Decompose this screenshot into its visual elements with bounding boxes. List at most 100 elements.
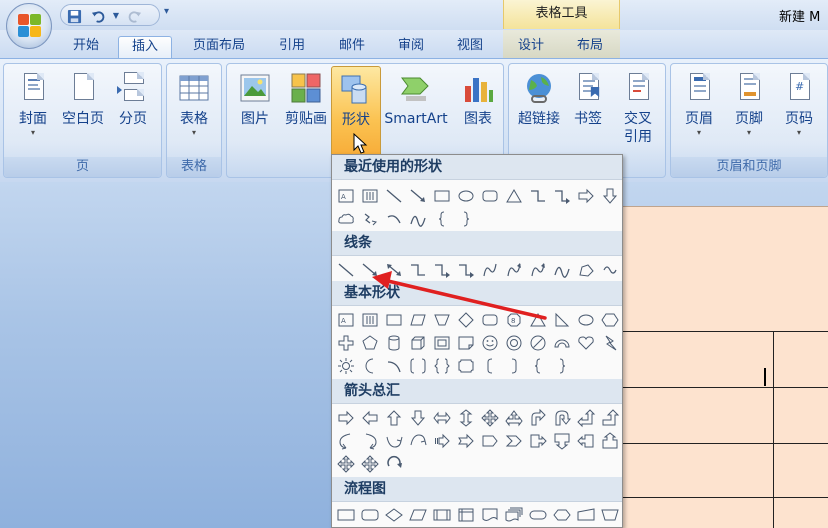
shape-manual-icon[interactable]	[576, 505, 598, 525]
shape-blockarc-icon[interactable]	[552, 333, 574, 353]
shape-prep-icon[interactable]	[552, 505, 574, 525]
shape-arrowline-icon[interactable]	[360, 260, 382, 280]
tab-references[interactable]: 引用	[266, 36, 318, 60]
shape-moon-icon[interactable]	[360, 356, 382, 376]
shape-larrow-icon[interactable]	[360, 408, 382, 428]
shape-heart-icon[interactable]	[576, 333, 598, 353]
page-number-button[interactable]: # 页码 ▾	[775, 70, 823, 162]
shape-scribble-icon[interactable]	[600, 260, 622, 280]
shape-process-icon[interactable]	[336, 505, 358, 525]
shape-data-icon[interactable]	[408, 505, 430, 525]
shape-bentup-icon[interactable]	[600, 408, 622, 428]
shape-curvedl-icon[interactable]	[360, 431, 382, 451]
shape-arrowline-icon[interactable]	[408, 186, 430, 206]
shape-elbowarrow-icon[interactable]	[432, 260, 454, 280]
shape-sun-icon[interactable]	[336, 356, 358, 376]
shape-notched-icon[interactable]	[456, 431, 478, 451]
shape-foldcorner-icon[interactable]	[456, 333, 478, 353]
shape-cloud-icon[interactable]	[336, 209, 358, 229]
customize-qat-icon[interactable]: ▾	[164, 6, 169, 17]
shape-cross-icon[interactable]	[336, 333, 358, 353]
shape-bentarrow-icon[interactable]	[528, 408, 550, 428]
shape-darrow-icon[interactable]	[600, 186, 622, 206]
shape-document-icon[interactable]	[480, 505, 502, 525]
shape-nosymbol-icon[interactable]	[528, 333, 550, 353]
shape-donut-icon[interactable]	[504, 333, 526, 353]
shape-arc2-icon[interactable]	[384, 356, 406, 376]
shape-rrect-icon[interactable]	[480, 310, 502, 330]
shape-smiley-icon[interactable]	[480, 333, 502, 353]
cover-page-button[interactable]: 封面 ▾	[8, 70, 58, 162]
document-page[interactable]	[610, 206, 828, 528]
shape-striped-icon[interactable]	[432, 431, 454, 451]
tab-layout[interactable]: 布局	[564, 36, 616, 60]
tab-mailings[interactable]: 邮件	[326, 36, 378, 60]
shape-arc-icon[interactable]	[384, 209, 406, 229]
shape-lbracket-icon[interactable]	[480, 356, 502, 376]
shape-dcallout-icon[interactable]	[552, 431, 574, 451]
shape-lbrace-icon[interactable]	[432, 209, 454, 229]
shape-rarrow-icon[interactable]	[336, 408, 358, 428]
shape-elbowarrow-icon[interactable]	[456, 260, 478, 280]
shape-rbracket-icon[interactable]	[504, 356, 526, 376]
page-break-button[interactable]: 分页	[110, 70, 156, 162]
shape-octbadge-icon[interactable]: 8	[504, 310, 526, 330]
undo-icon[interactable]	[89, 7, 107, 25]
shape-line-icon[interactable]	[384, 186, 406, 206]
shape-bolt-icon[interactable]	[600, 333, 622, 353]
shape-rect-icon[interactable]	[384, 310, 406, 330]
shape-bracketpair-icon[interactable]	[408, 356, 430, 376]
save-icon[interactable]	[65, 7, 83, 25]
shape-darrow-icon[interactable]	[408, 408, 430, 428]
shape-elbowarrow-icon[interactable]	[552, 186, 574, 206]
shape-vtextbox-icon[interactable]	[360, 310, 382, 330]
shape-uarrow-icon[interactable]	[384, 408, 406, 428]
shape-dblarrow-icon[interactable]	[384, 260, 406, 280]
shape-textbox-icon[interactable]: A	[336, 186, 358, 206]
shape-udarrow-icon[interactable]	[456, 408, 478, 428]
shape-trap-icon[interactable]	[432, 310, 454, 330]
shape-manop-icon[interactable]	[600, 505, 622, 525]
shape-curvearrow-icon[interactable]	[504, 260, 526, 280]
shape-curve-icon[interactable]	[480, 260, 502, 280]
shape-plaque-icon[interactable]	[456, 356, 478, 376]
shape-predef-icon[interactable]	[432, 505, 454, 525]
shape-hex-icon[interactable]	[600, 310, 622, 330]
shape-circarrow-icon[interactable]	[384, 454, 406, 474]
tab-view[interactable]: 视图	[444, 36, 496, 60]
shape-rarrow-icon[interactable]	[576, 186, 598, 206]
shape-para-icon[interactable]	[408, 310, 430, 330]
tab-insert[interactable]: 插入	[118, 36, 172, 60]
shape-bevel-icon[interactable]	[432, 333, 454, 353]
tab-home[interactable]: 开始	[58, 36, 114, 60]
shape-freeform-icon[interactable]	[576, 260, 598, 280]
shape-decision-icon[interactable]	[384, 505, 406, 525]
shape-curvedr-icon[interactable]	[336, 431, 358, 451]
shape-curvearrow-icon[interactable]	[528, 260, 550, 280]
cross-reference-button[interactable]: 交叉 引用	[615, 70, 661, 162]
shape-vtextbox-icon[interactable]	[360, 186, 382, 206]
shape-oval-icon[interactable]	[456, 186, 478, 206]
clipart-button[interactable]: 剪贴画	[281, 70, 331, 162]
shape-internal-icon[interactable]	[456, 505, 478, 525]
shape-can-icon[interactable]	[384, 333, 406, 353]
header-button[interactable]: 页眉 ▾	[675, 70, 723, 162]
shape-tri-icon[interactable]	[504, 186, 526, 206]
redo-icon[interactable]	[125, 7, 143, 25]
shape-altproc-icon[interactable]	[360, 505, 382, 525]
shape-bracepair-icon[interactable]	[432, 356, 454, 376]
shape-rect-icon[interactable]	[432, 186, 454, 206]
shape-textbox-icon[interactable]: A	[336, 310, 358, 330]
shape-lbrace-icon[interactable]	[528, 356, 550, 376]
shape-ucallout-icon[interactable]	[600, 431, 622, 451]
blank-page-button[interactable]: 空白页	[58, 70, 108, 162]
shape-squiggle-icon[interactable]	[360, 209, 382, 229]
shape-lcallout-icon[interactable]	[576, 431, 598, 451]
shape-rcallout-icon[interactable]	[528, 431, 550, 451]
shape-rrect-icon[interactable]	[480, 186, 502, 206]
shape-wave-icon[interactable]	[408, 209, 430, 229]
tab-page-layout[interactable]: 页面布局	[180, 36, 258, 60]
bookmark-button[interactable]: 书签	[567, 70, 609, 162]
shape-leftup-icon[interactable]	[576, 408, 598, 428]
shape-quadarrow-icon[interactable]	[360, 454, 382, 474]
